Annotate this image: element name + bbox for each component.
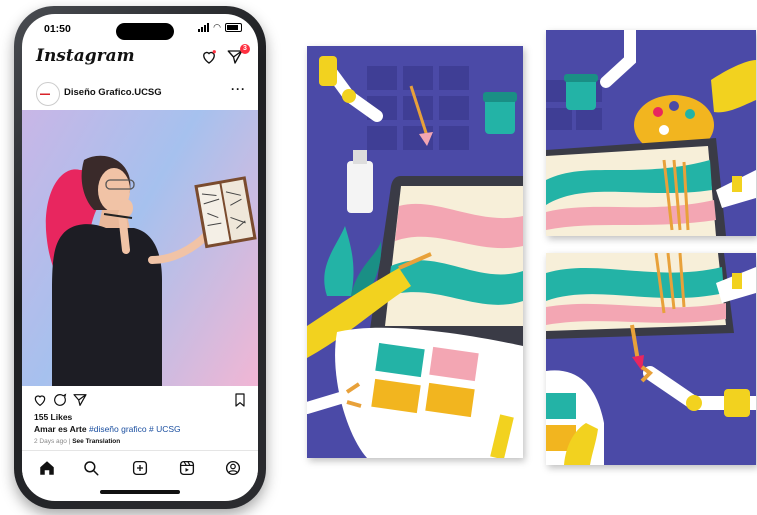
phone-screen: 01:50 ◠ Instagram 3 ▬▬ Diseño Grafico.UC… (22, 14, 258, 501)
post-header: ▬▬ Diseño Grafico.UCSG ··· (22, 78, 258, 108)
post-photo[interactable] (22, 110, 258, 386)
comment-icon[interactable] (52, 392, 68, 408)
reels-icon[interactable] (178, 459, 196, 477)
avatar[interactable]: ▬▬ (36, 82, 60, 106)
post-username[interactable]: Diseño Grafico.UCSG (64, 87, 162, 98)
caption-user[interactable]: Amar es Arte (34, 424, 87, 434)
post-caption: Amar es Arte #diseño grafico # UCSG (34, 424, 181, 434)
likes-count[interactable]: 155 Likes (34, 412, 72, 422)
robot-painting-illustration-left (307, 46, 523, 458)
new-post-icon[interactable] (131, 459, 149, 477)
phone-mockup: 01:50 ◠ Instagram 3 ▬▬ Diseño Grafico.UC… (14, 6, 266, 509)
profile-icon[interactable] (224, 459, 242, 477)
search-icon[interactable] (82, 459, 100, 477)
post-time-ago: 2 Days ago | (34, 438, 71, 445)
see-translation-link[interactable]: See Translation (72, 438, 120, 445)
illustration-panel-bottom-right (546, 253, 756, 465)
message-badge: 3 (240, 44, 250, 54)
robot-painting-illustration-bottom-right (546, 253, 756, 465)
instagram-logo[interactable]: Instagram (36, 46, 135, 66)
status-time: 01:50 (44, 23, 71, 35)
post-actions (22, 390, 258, 412)
like-heart-icon[interactable] (32, 392, 48, 408)
bottom-nav (22, 450, 258, 487)
instagram-header: Instagram 3 (22, 42, 258, 74)
dynamic-island (116, 23, 174, 40)
illustration-panel-top-right (546, 30, 756, 236)
home-icon[interactable] (38, 459, 56, 477)
avatar-logo-icon: ▬▬ (40, 91, 50, 97)
share-icon[interactable] (72, 392, 88, 408)
robot-painting-illustration-top-right (546, 30, 756, 236)
more-options-icon[interactable]: ··· (231, 82, 246, 96)
signal-icon (198, 23, 210, 32)
post-photo-illustration (45, 155, 257, 386)
illustration-panel-left (307, 46, 523, 458)
battery-icon (225, 23, 242, 32)
heart-icon[interactable] (200, 48, 218, 66)
status-icons: ◠ (198, 23, 242, 32)
caption-hashtags[interactable]: #diseño grafico # UCSG (89, 424, 181, 434)
home-indicator (100, 490, 180, 494)
post-meta: 2 Days ago | See Translation (34, 438, 120, 445)
wifi-icon: ◠ (213, 22, 221, 32)
bookmark-icon[interactable] (232, 392, 248, 408)
